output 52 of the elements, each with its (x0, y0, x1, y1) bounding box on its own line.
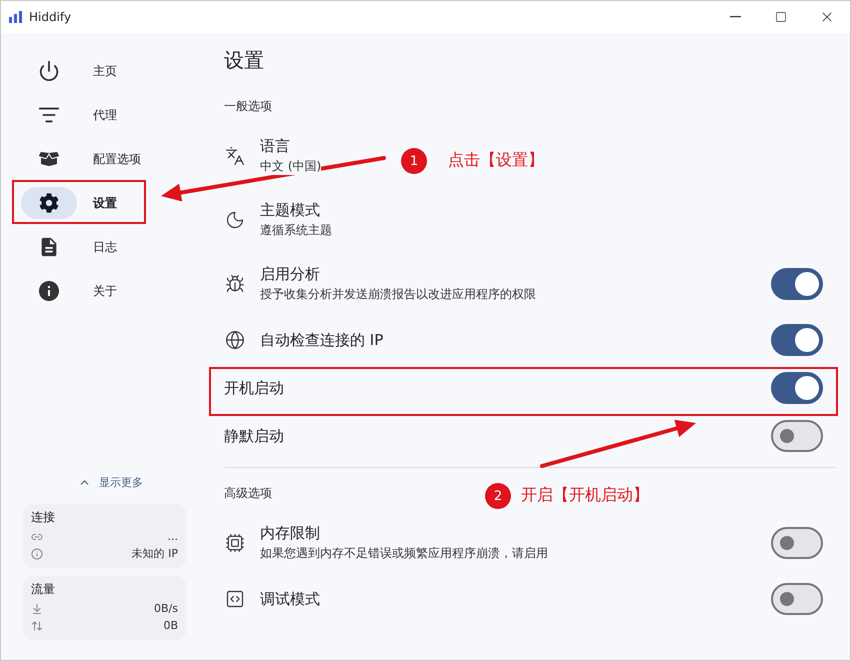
setting-description: 授予收集分析并发送崩溃报告以改进应用程序的权限 (260, 286, 536, 303)
page-title: 设置 (224, 47, 265, 74)
stat-value: 0B/s (154, 602, 178, 615)
card-title: 流量 (31, 581, 56, 598)
setting-icon (225, 533, 245, 553)
nav-label[interactable]: 配置选项 (93, 150, 141, 168)
stat-value: 未知的 IP (132, 546, 178, 561)
nav-label[interactable]: 日志 (93, 238, 117, 256)
toggle-switch[interactable] (771, 527, 823, 559)
setting-label[interactable]: 调试模式 (260, 590, 320, 608)
callout-text: 开启【开机启动】 (521, 485, 649, 506)
stat-icon (31, 620, 43, 632)
setting-icon (225, 330, 245, 350)
setting-label[interactable]: 内存限制 (260, 524, 320, 543)
setting-label[interactable]: 启用分析 (260, 265, 320, 284)
step-number: 1 (401, 148, 427, 174)
nav-label[interactable]: 代理 (93, 106, 117, 124)
step-number: 2 (485, 483, 511, 509)
logo-icon (9, 11, 23, 23)
section-title: 高级选项 (224, 485, 272, 502)
callout-text: 点击【设置】 (448, 150, 544, 171)
card-title: 连接 (31, 509, 56, 526)
toggle-switch[interactable] (771, 420, 823, 452)
setting-label[interactable]: 静默启动 (224, 426, 284, 446)
nav-label[interactable]: 主页 (93, 62, 117, 80)
toggle-switch[interactable] (771, 372, 823, 404)
nav-icon[interactable] (21, 187, 77, 219)
minimize-icon (730, 16, 740, 18)
setting-description: 遵循系统主题 (260, 222, 332, 239)
setting-icon (225, 274, 245, 294)
setting-description: 中文 (中国) (260, 158, 322, 175)
toggle-switch[interactable] (771, 324, 823, 356)
setting-icon (225, 210, 245, 230)
setting-icon (225, 589, 245, 609)
stat-icon (31, 548, 43, 560)
stat-value: 0B (163, 619, 178, 632)
stat-value: ... (168, 530, 178, 543)
maximize-icon (775, 11, 787, 23)
setting-label[interactable]: 主题模式 (260, 201, 320, 220)
setting-label[interactable]: 语言 (260, 137, 290, 156)
setting-label[interactable]: 自动检查连接的 IP (260, 330, 384, 350)
nav-label[interactable]: 关于 (93, 282, 117, 300)
stat-icon (31, 602, 43, 614)
setting-icon (225, 146, 245, 166)
toggle-switch[interactable] (771, 583, 823, 615)
section-title: 一般选项 (224, 98, 272, 115)
toggle-switch[interactable] (771, 268, 823, 300)
nav-label[interactable]: 设置 (93, 194, 117, 212)
setting-label[interactable]: 开机启动 (224, 378, 284, 398)
show-more-button[interactable]: 显示更多 (74, 473, 147, 492)
window-title: Hiddify (29, 10, 72, 24)
setting-description: 如果您遇到内存不足错误或频繁应用程序崩溃，请启用 (260, 545, 548, 562)
